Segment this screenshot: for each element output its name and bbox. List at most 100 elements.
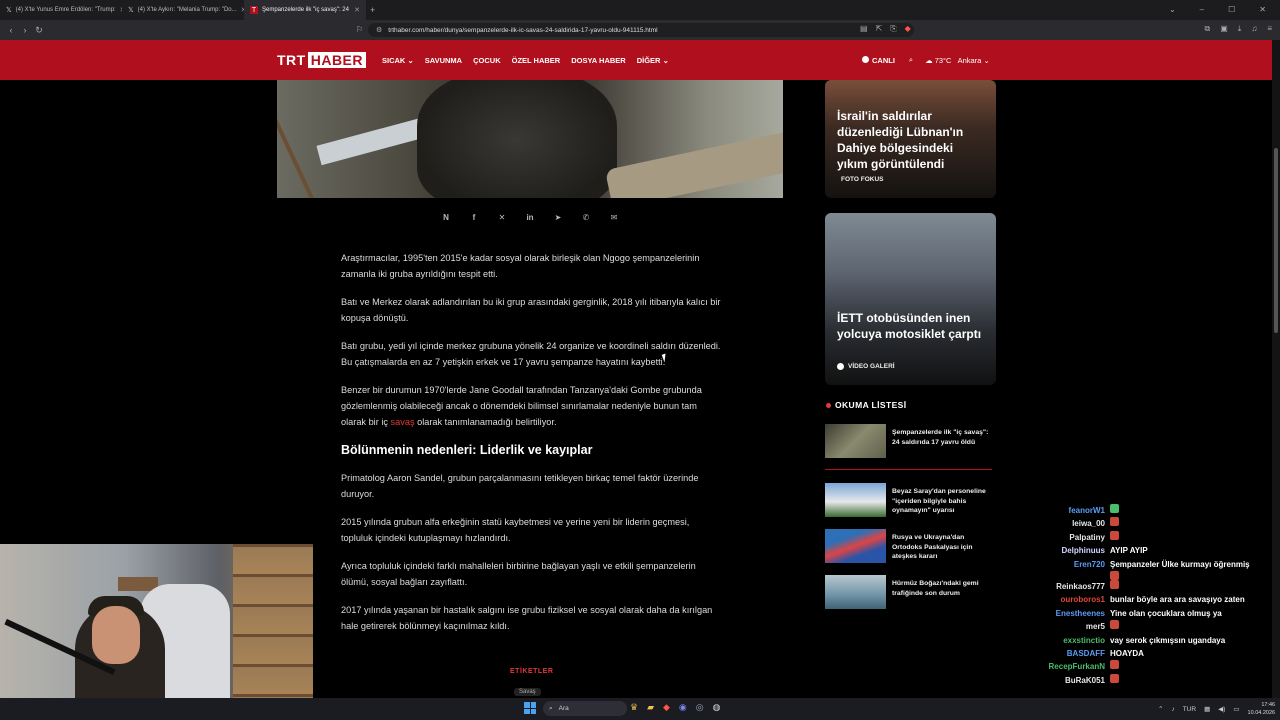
- reading-thumb: [825, 529, 886, 563]
- discord-icon[interactable]: ◉: [679, 702, 687, 713]
- weather-widget[interactable]: ☁ 73°C Ankara ⌄: [925, 56, 990, 65]
- reload-icon[interactable]: ↻: [32, 25, 46, 36]
- chat-username[interactable]: RecepFurkanN: [1020, 660, 1105, 673]
- nav-dosya-haber[interactable]: DOSYA HABER: [571, 56, 625, 65]
- webcam-overlay: [0, 544, 313, 720]
- site-info-icon[interactable]: ⚙: [376, 26, 382, 34]
- savas-link[interactable]: savaş: [391, 417, 415, 427]
- nav-ozel-haber[interactable]: ÖZEL HABER: [512, 56, 561, 65]
- back-icon[interactable]: ‹: [4, 25, 18, 35]
- chat-username[interactable]: ouroboros1: [1020, 593, 1105, 606]
- chat-message: Palpatiny: [1020, 530, 1280, 544]
- url-text: trthaber.com/haber/dunya/sempanzelerde-i…: [388, 26, 658, 34]
- file-explorer-icon[interactable]: ▰: [647, 702, 654, 713]
- reading-list-item[interactable]: Şempanzelerde ilk "iç savaş": 24 saldırı…: [825, 424, 996, 458]
- volume-icon[interactable]: ◀): [1218, 705, 1225, 713]
- chat-username[interactable]: BuRaK051: [1020, 674, 1105, 687]
- reading-thumb: [825, 483, 886, 517]
- card-tag-label: VİDEO GALERİ: [848, 363, 895, 370]
- chat-username[interactable]: feanorW1: [1020, 504, 1105, 517]
- nav-diger[interactable]: DİĞER ⌄: [637, 56, 669, 65]
- browser-tab-active[interactable]: T Şempanzelerde ilk "iç savaş": 24 ✕: [244, 0, 366, 20]
- sidebar-card-video[interactable]: İETT otobüsünden inen yolcuya motosiklet…: [825, 213, 996, 385]
- scrollbar-thumb[interactable]: [1274, 148, 1278, 333]
- browser-tab[interactable]: 𝕏 (4) X'te Yunus Emre Erdölen: "Trump: ✕: [0, 0, 122, 20]
- share-page-icon[interactable]: ⇱: [876, 24, 883, 34]
- network-icon[interactable]: ▦: [1204, 705, 1210, 713]
- tab-label: Şempanzelerde ilk "iç savaş": 24: [262, 7, 349, 13]
- reading-item-title: Şempanzelerde ilk "iç savaş": 24 saldırı…: [892, 429, 989, 446]
- steam-icon[interactable]: ◎: [696, 702, 704, 713]
- chat-username[interactable]: Reinkaos777: [1020, 580, 1105, 593]
- chat-username[interactable]: exxstinctio: [1020, 634, 1105, 647]
- live-label: CANLI: [872, 55, 895, 65]
- search-icon[interactable]: ⌕: [909, 55, 913, 65]
- reading-list-item[interactable]: Hürmüz Boğazı'ndaki gemi trafiğinde son …: [825, 575, 996, 609]
- chat-emote-icon: [1110, 530, 1119, 540]
- chat-username[interactable]: Delphinuus: [1020, 544, 1105, 557]
- brave-browser-icon[interactable]: ◆: [663, 702, 670, 713]
- sidebar-card-photo[interactable]: İsrail'in saldırılar düzenlediği Lübnan'…: [825, 80, 996, 198]
- close-tab-icon[interactable]: ✕: [354, 6, 360, 14]
- windows-start-icon[interactable]: [524, 702, 536, 714]
- minimize-icon[interactable]: –: [1200, 5, 1204, 14]
- chevron-down-icon: ⌄: [407, 56, 414, 65]
- mail-icon[interactable]: ✉: [608, 213, 620, 222]
- chat-text: bunlar böyle ara ara savaşıyo zaten: [1110, 595, 1245, 605]
- battery-icon[interactable]: ▭: [1233, 705, 1239, 713]
- game-app-icon[interactable]: ♛: [630, 702, 638, 713]
- chat-message: feanorW1: [1020, 504, 1280, 517]
- reading-thumb: [825, 424, 886, 458]
- new-tab-icon[interactable]: +: [370, 5, 375, 15]
- reader-icon[interactable]: ▤: [860, 24, 868, 34]
- share-bar: N f ✕ in ➤ ✆ ✉: [440, 213, 620, 222]
- chat-emote-icon: [1110, 673, 1119, 683]
- chat-emote-icon: [1110, 620, 1119, 630]
- brave-shields-icon[interactable]: ◆: [905, 24, 911, 34]
- wallet-icon[interactable]: ▣: [1220, 24, 1228, 34]
- obs-icon[interactable]: ◍: [713, 702, 721, 713]
- forward-icon[interactable]: ›: [18, 25, 32, 35]
- page-scrollbar[interactable]: [1272, 40, 1280, 698]
- chat-username[interactable]: leiwa_00: [1020, 517, 1105, 530]
- chat-username[interactable]: Eren720: [1020, 558, 1105, 571]
- facebook-icon[interactable]: f: [468, 213, 480, 222]
- chevron-up-icon[interactable]: ⌃: [1158, 705, 1163, 713]
- chat-message: Enestheenes Yine olan çocuklara olmuş ya: [1020, 607, 1280, 620]
- chat-username[interactable]: Palpatiny: [1020, 531, 1105, 544]
- nav-sicak[interactable]: SICAK ⌄: [382, 56, 414, 65]
- reading-list-item[interactable]: Rusya ve Ukrayna'dan Ortodoks Paskalyası…: [825, 529, 996, 563]
- site-logo[interactable]: TRT HABER: [277, 52, 366, 68]
- maximize-icon[interactable]: ☐: [1228, 5, 1235, 14]
- article-paragraph: Araştırmacılar, 1995'ten 2015'e kadar so…: [341, 253, 700, 279]
- news-icon[interactable]: N: [440, 213, 452, 222]
- close-window-icon[interactable]: ✕: [1259, 5, 1266, 14]
- copy-icon[interactable]: ⎘: [890, 24, 896, 34]
- extensions-icon[interactable]: ⧉: [1205, 24, 1211, 34]
- clock[interactable]: 17:46 10.04.2026: [1248, 701, 1276, 717]
- chat-username[interactable]: mer5: [1020, 620, 1105, 633]
- live-button[interactable]: CANLI: [862, 55, 895, 65]
- x-share-icon[interactable]: ✕: [496, 213, 508, 222]
- nav-savunma[interactable]: SAVUNMA: [425, 56, 462, 65]
- tag-savas[interactable]: Savaş: [514, 688, 541, 696]
- menu-icon[interactable]: ≡: [1267, 24, 1272, 34]
- tab-search-icon[interactable]: ⌄: [1169, 5, 1176, 14]
- playlist-icon[interactable]: ♫: [1251, 24, 1257, 34]
- taskbar-search[interactable]: ⌕ Ara: [543, 701, 627, 716]
- url-field[interactable]: ⚙ trthaber.com/haber/dunya/sempanzelerde…: [368, 23, 914, 37]
- mic-icon[interactable]: ♪: [1171, 706, 1174, 713]
- nav-cocuk[interactable]: ÇOCUK: [473, 56, 501, 65]
- chat-username[interactable]: Enestheenes: [1020, 607, 1105, 620]
- linkedin-icon[interactable]: in: [524, 213, 536, 222]
- language-indicator[interactable]: TUR: [1183, 706, 1196, 713]
- bookmark-icon[interactable]: ⚐: [356, 25, 363, 34]
- hero-log: [604, 130, 783, 198]
- chat-username[interactable]: [1020, 571, 1105, 580]
- chat-username[interactable]: BASDAFF: [1020, 647, 1105, 660]
- whatsapp-icon[interactable]: ✆: [580, 213, 592, 222]
- browser-tab[interactable]: 𝕏 (4) X'te Aykırı: "Melania Trump: "Do..…: [122, 0, 244, 20]
- telegram-icon[interactable]: ➤: [552, 213, 564, 222]
- reading-list-item[interactable]: Beyaz Saray'dan personeline "içeriden bi…: [825, 483, 996, 517]
- download-icon[interactable]: ⤓: [1238, 24, 1242, 34]
